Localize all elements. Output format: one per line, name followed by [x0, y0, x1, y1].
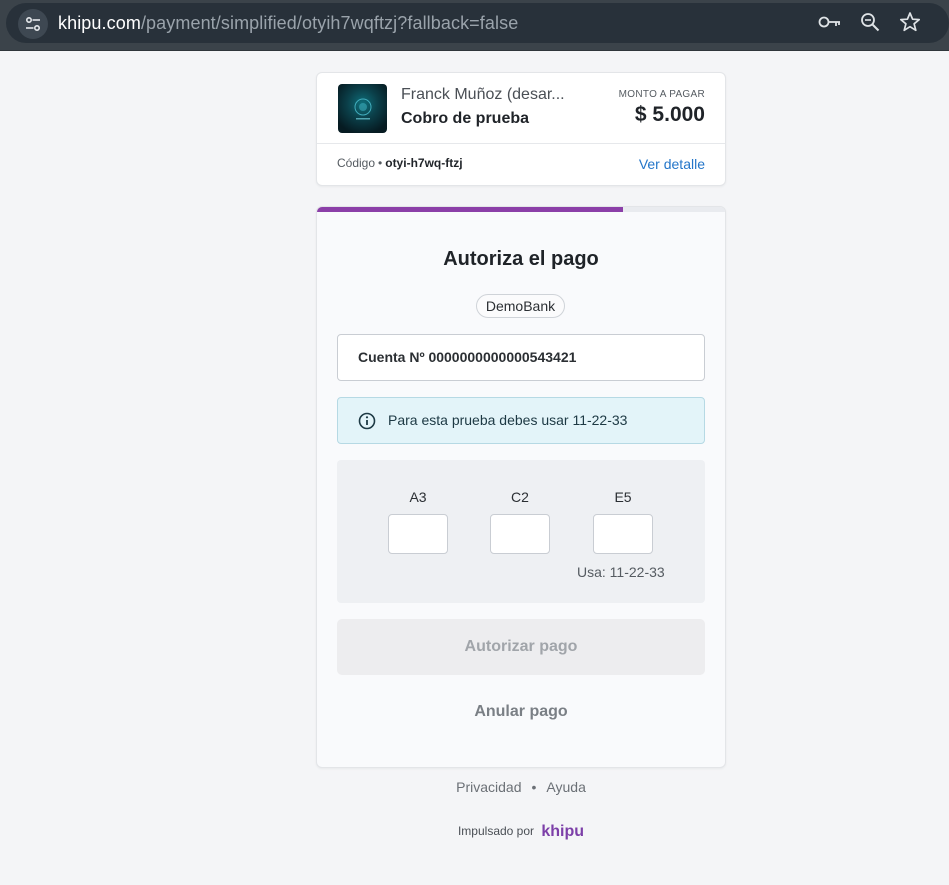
footer-separator: •: [531, 779, 537, 795]
payment-summary-card: Franck Muñoz (desar... Cobro de prueba M…: [316, 72, 726, 186]
zoom-icon[interactable]: [858, 10, 882, 34]
progress-fill: [317, 207, 623, 212]
coordinate-label: C2: [511, 489, 529, 505]
url-domain: khipu.com: [58, 13, 141, 33]
divider: [317, 143, 725, 144]
code-value: otyi-h7wq-ftzj: [385, 156, 463, 170]
coordinates-panel: A3 C2 E5 Usa: 11-22-33: [337, 460, 705, 603]
account-number: Cuenta Nº 0000000000000543421: [337, 334, 705, 381]
star-icon[interactable]: [898, 10, 922, 34]
coordinate-label: A3: [409, 489, 427, 505]
amount-label: MONTO A PAGAR: [618, 89, 705, 100]
help-link[interactable]: Ayuda: [546, 779, 585, 795]
coordinate-a3: A3: [388, 489, 448, 554]
charge-subject: Cobro de prueba: [401, 110, 530, 127]
browser-toolbar: khipu.com/payment/simplified/otyih7wqftz…: [0, 0, 949, 51]
powered-by: Impulsado por khipu: [316, 823, 726, 841]
coordinate-input-c2[interactable]: [490, 514, 550, 554]
address-bar[interactable]: khipu.com/payment/simplified/otyih7wqftz…: [6, 3, 949, 43]
view-detail-link[interactable]: Ver detalle: [639, 156, 705, 172]
coordinate-hint: Usa: 11-22-33: [577, 564, 665, 580]
payment-code: Código • otyi-h7wq-ftzj: [337, 156, 463, 170]
page-title: Autoriza el pago: [443, 248, 599, 270]
authorize-payment-button[interactable]: Autorizar pago: [337, 619, 705, 675]
info-alert: Para esta prueba debes usar 11-22-33: [337, 397, 705, 444]
info-icon: [358, 412, 376, 430]
info-text: Para esta prueba debes usar 11-22-33: [388, 412, 628, 428]
coordinate-c2: C2: [490, 489, 550, 554]
powered-by-text: Impulsado por: [457, 824, 535, 838]
url-text[interactable]: khipu.com/payment/simplified/otyih7wqftz…: [58, 13, 518, 34]
coordinate-input-e5[interactable]: [593, 514, 653, 554]
coordinate-input-a3[interactable]: [388, 514, 448, 554]
authorization-card: Autoriza el pago DemoBank Cuenta Nº 0000…: [316, 206, 726, 768]
code-label: Código: [337, 156, 376, 170]
coordinate-e5: E5: [593, 489, 653, 554]
coordinate-label: E5: [614, 489, 632, 505]
amount-value: $ 5.000: [634, 103, 705, 126]
merchant-name: Franck Muñoz (desar...: [401, 86, 565, 103]
khipu-logo: khipu: [541, 823, 585, 840]
merchant-logo: [338, 84, 387, 133]
privacy-link[interactable]: Privacidad: [456, 779, 521, 795]
progress-bar: [317, 207, 725, 212]
key-icon[interactable]: [818, 10, 842, 34]
code-separator: •: [378, 156, 383, 170]
cancel-payment-button[interactable]: Anular pago: [337, 692, 705, 732]
bank-badge: DemoBank: [476, 294, 565, 318]
footer-links: Privacidad • Ayuda: [316, 779, 726, 795]
url-path: /payment/simplified/otyih7wqftzj?fallbac…: [140, 13, 519, 33]
site-settings-icon[interactable]: [18, 9, 48, 39]
